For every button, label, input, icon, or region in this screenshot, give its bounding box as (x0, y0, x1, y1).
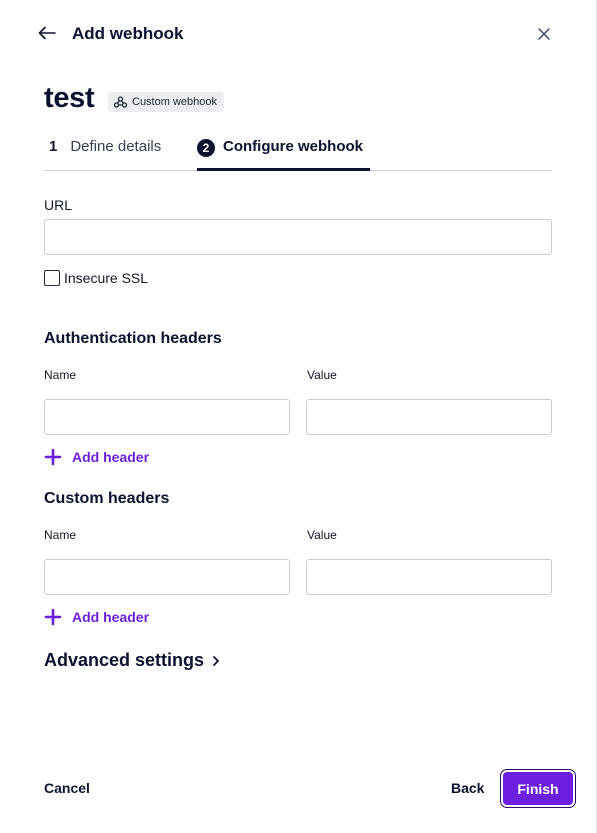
finish-button[interactable]: Finish (503, 772, 573, 805)
panel-header: Add webhook (0, 0, 597, 68)
custom-headers-title: Custom headers (44, 490, 170, 507)
badge-label: Custom webhook (132, 96, 217, 108)
add-header-label: Add header (72, 609, 150, 625)
auth-header-name-input[interactable] (44, 399, 290, 435)
step-number-badge: 2 (197, 139, 215, 157)
close-icon (538, 28, 550, 40)
page-title: test (44, 82, 95, 114)
step-define-details[interactable]: 1 Define details (49, 134, 161, 171)
insecure-ssl-checkbox[interactable] (44, 270, 60, 286)
add-header-label: Add header (72, 449, 150, 465)
url-input[interactable] (44, 219, 552, 255)
add-auth-header-button[interactable]: Add header (44, 448, 149, 466)
stepper: 1 Define details 2 Configure webhook (44, 134, 552, 171)
plus-icon (44, 608, 62, 626)
step-label: Configure webhook (223, 138, 363, 155)
cancel-button[interactable]: Cancel (44, 780, 90, 796)
back-arrow-button[interactable] (36, 22, 58, 44)
custom-header-value-input[interactable] (306, 559, 552, 595)
auth-value-label: Value (307, 368, 337, 382)
step-label: Define details (70, 138, 162, 155)
url-label: URL (44, 197, 73, 213)
panel-title: Add webhook (72, 24, 184, 43)
custom-name-label: Name (44, 528, 77, 542)
add-webhook-panel: Add webhook test Custom webhook 1 Define… (0, 0, 597, 833)
insecure-ssl-label: Insecure SSL (64, 270, 149, 286)
back-button[interactable]: Back (451, 780, 484, 796)
type-badge: Custom webhook (108, 92, 224, 112)
close-button[interactable] (533, 23, 555, 45)
step-configure-webhook[interactable]: 2 Configure webhook (197, 134, 370, 171)
custom-value-label: Value (307, 528, 337, 542)
advanced-settings-toggle[interactable]: Advanced settings (44, 650, 220, 671)
auth-headers-title: Authentication headers (44, 330, 222, 347)
arrow-left-icon (38, 26, 56, 40)
auth-header-value-input[interactable] (306, 399, 552, 435)
advanced-settings-label: Advanced settings (44, 650, 205, 670)
insecure-ssl-checkbox-row[interactable]: Insecure SSL (44, 270, 148, 286)
auth-name-label: Name (44, 368, 77, 382)
chevron-right-icon (213, 655, 219, 666)
custom-header-name-input[interactable] (44, 559, 290, 595)
add-custom-header-button[interactable]: Add header (44, 608, 149, 626)
plus-icon (44, 448, 62, 466)
step-number: 1 (49, 138, 58, 155)
webhook-icon (114, 96, 127, 108)
